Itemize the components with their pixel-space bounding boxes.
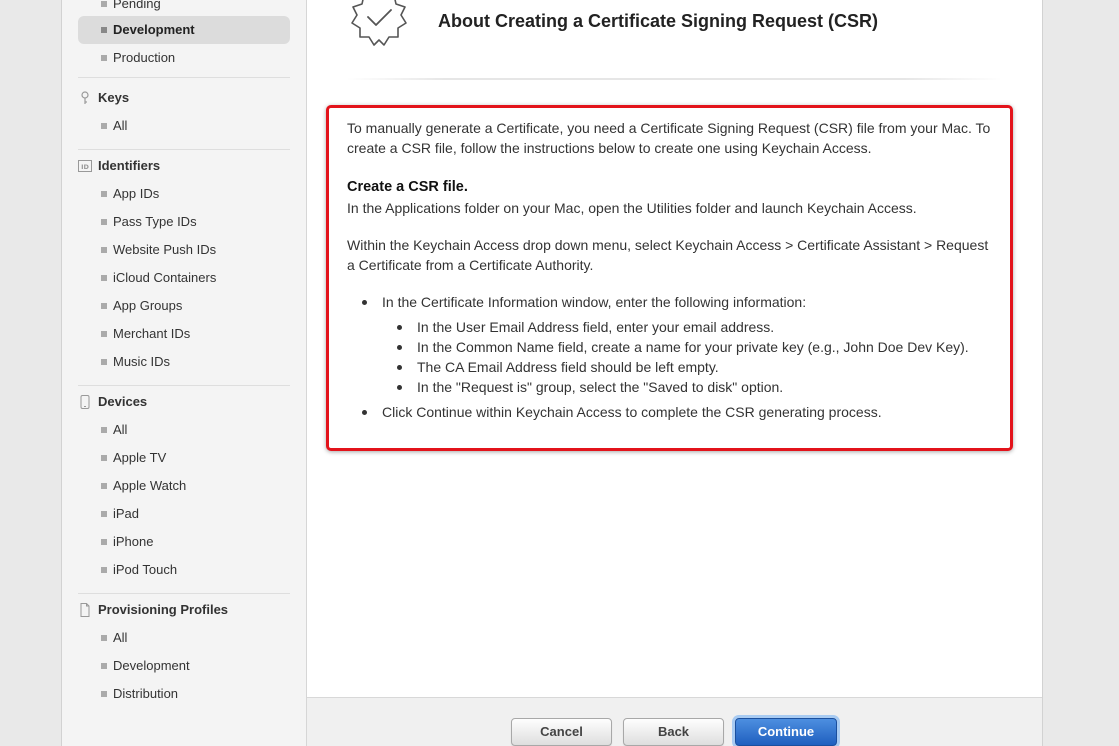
id-icon: ID (78, 160, 92, 172)
sidebar-item-label: Merchant IDs (113, 326, 191, 341)
sidebar-item-label: Pass Type IDs (113, 214, 197, 229)
device-icon (80, 395, 90, 409)
list-item: In the Common Name field, create a name … (397, 337, 997, 357)
section-title: Devices (98, 394, 148, 409)
intro-text: To manually generate a Certificate, you … (347, 120, 991, 156)
bullet-icon (101, 455, 107, 461)
sidebar-section-identifiers[interactable]: ID Identifiers (78, 154, 290, 178)
bullet-icon (101, 539, 107, 545)
sidebar-item-icloud-containers[interactable]: iCloud Containers (78, 264, 290, 292)
sidebar-item-label: Website Push IDs (113, 242, 217, 257)
bullet-icon (101, 567, 107, 573)
sidebar-item-label: Development (113, 658, 190, 673)
sidebar-item-iphone[interactable]: iPhone (78, 528, 290, 556)
keychain-menu-text: Within the Keychain Access drop down men… (347, 237, 989, 273)
page-title: About Creating a Certificate Signing Req… (438, 11, 879, 31)
bullet-icon (101, 1, 107, 7)
document-icon (80, 603, 90, 617)
bullet-icon (101, 191, 107, 197)
instruction-list: In the Certificate Information window, e… (347, 292, 997, 422)
bullet-icon (101, 663, 107, 669)
sidebar-item-label: iPad (113, 506, 140, 521)
sidebar-item-keys-all[interactable]: All (78, 112, 290, 140)
section-title: Identifiers (98, 158, 161, 173)
sidebar-item-label: Music IDs (113, 354, 171, 369)
sidebar-item-label: iPod Touch (113, 562, 178, 577)
bullet-icon (101, 511, 107, 517)
bullet-icon (101, 483, 107, 489)
main-content: About Creating a Certificate Signing Req… (307, 0, 1042, 746)
sidebar-item-label: Production (113, 50, 176, 65)
sidebar-item-label: All (113, 630, 128, 645)
csr-instructions: To manually generate a Certificate, you … (347, 118, 997, 422)
sidebar-item-app-groups[interactable]: App Groups (78, 292, 290, 320)
sidebar-item-label: Apple Watch (113, 478, 187, 493)
bullet-icon (101, 303, 107, 309)
sidebar-item-label: Apple TV (113, 450, 167, 465)
list-item: In the User Email Address field, enter y… (397, 317, 997, 337)
sidebar-divider (78, 385, 290, 386)
sidebar-item-music-ids[interactable]: Music IDs (78, 348, 290, 376)
bullet-icon (101, 635, 107, 641)
list-item: In the "Request is" group, select the "S… (397, 377, 997, 397)
list-item-text: In the Certificate Information window, e… (382, 294, 807, 310)
footer-bar: Cancel Back Continue (307, 697, 1042, 746)
continue-button[interactable]: Continue (735, 718, 837, 746)
sidebar-item-label: iCloud Containers (113, 270, 217, 285)
bullet-icon (101, 55, 107, 61)
sidebar-item-label: App IDs (113, 186, 160, 201)
sidebar-divider (78, 593, 290, 594)
create-csr-heading: Create a CSR file. (347, 179, 468, 195)
key-icon (81, 91, 89, 104)
sidebar-item-profiles-all[interactable]: All (78, 624, 290, 652)
title-divider (347, 78, 1002, 80)
sidebar-item-label: iPhone (113, 534, 154, 549)
sidebar-item-merchant-ids[interactable]: Merchant IDs (78, 320, 290, 348)
sidebar-section-devices[interactable]: Devices (78, 390, 290, 414)
sidebar-item-apple-watch[interactable]: Apple Watch (78, 472, 290, 500)
svg-text:ID: ID (81, 163, 89, 171)
bullet-icon (101, 219, 107, 225)
sidebar-item-label: All (113, 118, 128, 133)
sidebar-item-profiles-distribution[interactable]: Distribution (78, 680, 290, 708)
sub-instruction-list: In the User Email Address field, enter y… (382, 317, 997, 397)
certificate-badge-icon (351, 0, 407, 46)
sidebar-divider (78, 77, 290, 78)
bullet-icon (101, 427, 107, 433)
list-item: The CA Email Address field should be lef… (397, 357, 997, 377)
bullet-icon (101, 691, 107, 697)
bullet-icon (101, 247, 107, 253)
sidebar-item-devices-all[interactable]: All (78, 416, 290, 444)
sidebar-item-label: Distribution (113, 686, 179, 701)
sidebar-item-apple-tv[interactable]: Apple TV (78, 444, 290, 472)
sidebar-item-label: All (113, 422, 128, 437)
sidebar-item-pass-type-ids[interactable]: Pass Type IDs (78, 208, 290, 236)
back-button[interactable]: Back (623, 718, 724, 746)
list-item: Click Continue within Keychain Access to… (362, 402, 997, 422)
create-csr-text: In the Applications folder on your Mac, … (347, 200, 917, 216)
bullet-icon (101, 331, 107, 337)
sidebar-item-app-ids[interactable]: App IDs (78, 180, 290, 208)
bullet-icon (101, 359, 107, 365)
cancel-button[interactable]: Cancel (511, 718, 612, 746)
sidebar-divider (78, 149, 290, 150)
sidebar-item-certificates-production[interactable]: Production (78, 44, 290, 72)
bullet-icon (101, 27, 107, 33)
section-title: Keys (98, 90, 130, 105)
bullet-icon (101, 275, 107, 281)
sidebar-item-ipod-touch[interactable]: iPod Touch (78, 556, 290, 584)
sidebar-item-certificates-development[interactable]: Development (78, 16, 290, 44)
sidebar-section-keys[interactable]: Keys (78, 86, 290, 110)
section-title: Provisioning Profiles (98, 602, 229, 617)
sidebar-item-website-push-ids[interactable]: Website Push IDs (78, 236, 290, 264)
sidebar-item-profiles-development[interactable]: Development (78, 652, 290, 680)
sidebar-section-provisioning-profiles[interactable]: Provisioning Profiles (78, 598, 290, 622)
sidebar-item-ipad[interactable]: iPad (78, 500, 290, 528)
sidebar-item-label: App Groups (113, 298, 183, 313)
bullet-icon (101, 123, 107, 129)
sidebar-item-label: Development (113, 22, 195, 37)
csr-instructions-box: To manually generate a Certificate, you … (326, 105, 1013, 451)
sidebar: Pending Development Production Keys All … (62, 0, 307, 746)
list-item: In the Certificate Information window, e… (362, 292, 997, 397)
